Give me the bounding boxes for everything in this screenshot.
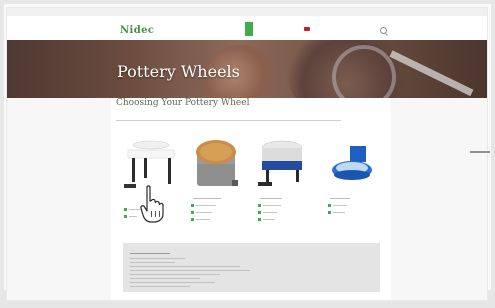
- scroll-indicator[interactable]: [470, 151, 490, 153]
- info-line-3: [130, 266, 240, 267]
- flag-icon[interactable]: [304, 27, 310, 31]
- nav-item-active[interactable]: [245, 22, 253, 36]
- info-box-title: [130, 250, 170, 255]
- info-line-4: [130, 270, 250, 271]
- nav-item-2[interactable]: [260, 22, 264, 36]
- info-line-2: [130, 262, 175, 263]
- nav-item-4[interactable]: [282, 22, 286, 36]
- product-image-3[interactable]: [252, 138, 312, 193]
- nav-item-3[interactable]: [271, 22, 275, 36]
- top-strip: [7, 8, 487, 16]
- product-image-4[interactable]: [322, 138, 382, 193]
- info-line-7: [130, 282, 215, 283]
- card-2-bullets: [191, 202, 246, 223]
- info-line-5: [130, 274, 220, 275]
- site-header: Nidec: [7, 16, 487, 40]
- card-2-title: [193, 196, 221, 200]
- info-line-1: [130, 258, 185, 259]
- card-4-title: [330, 196, 350, 200]
- card-3-title: [260, 196, 282, 200]
- card-3-bullets: [258, 202, 313, 223]
- product-image-2[interactable]: [185, 138, 245, 193]
- brand-logo[interactable]: Nidec: [120, 25, 154, 36]
- card-4-bullets: [328, 202, 383, 216]
- nav-item-5[interactable]: [293, 22, 297, 36]
- hand-pointer-icon: [140, 185, 164, 223]
- info-line-6: [130, 278, 200, 279]
- main-nav: [245, 22, 310, 36]
- search-icon[interactable]: [380, 27, 387, 34]
- intro-text: [116, 118, 341, 122]
- info-line-8: [130, 286, 190, 287]
- section-heading: Choosing Your Pottery Wheel: [116, 98, 250, 108]
- hero-banner: Pottery Wheels: [7, 40, 487, 98]
- hero-title: Pottery Wheels: [117, 62, 240, 81]
